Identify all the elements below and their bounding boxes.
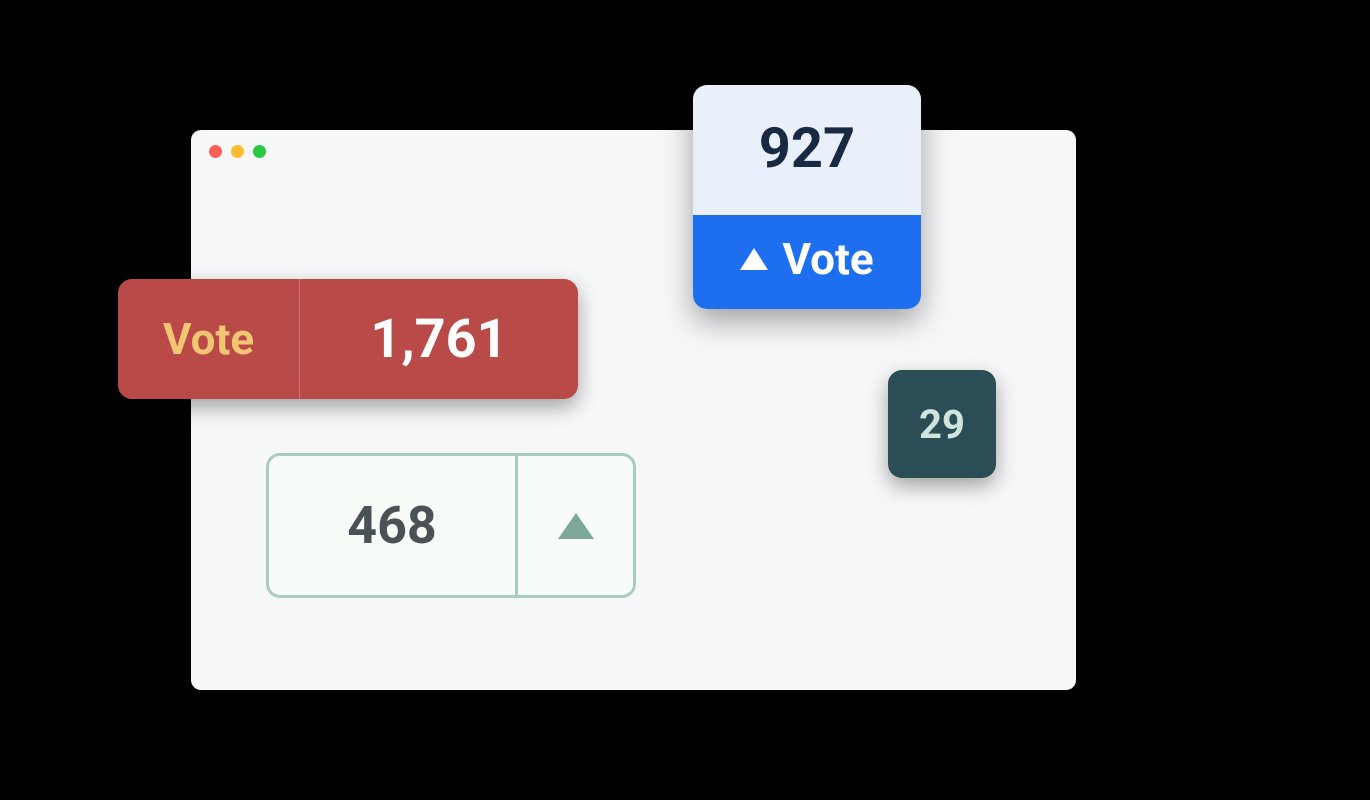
vote-label: Vote	[782, 233, 873, 285]
maximize-icon[interactable]	[253, 145, 266, 158]
window-controls	[209, 145, 266, 158]
badge-count: 29	[919, 401, 965, 448]
upvote-button[interactable]	[515, 456, 633, 595]
vote-label: Vote	[118, 279, 300, 399]
close-icon[interactable]	[209, 145, 222, 158]
vote-count: 468	[269, 456, 515, 595]
vote-widget-red[interactable]: Vote 1,761	[118, 279, 578, 399]
minimize-icon[interactable]	[231, 145, 244, 158]
vote-button[interactable]: Vote	[693, 215, 921, 309]
triangle-up-icon	[558, 513, 594, 539]
vote-widget-blue: 927 Vote	[693, 85, 921, 309]
vote-widget-green: 468	[266, 453, 636, 598]
vote-count: 927	[693, 85, 921, 215]
count-badge-teal[interactable]: 29	[888, 370, 996, 478]
vote-count: 1,761	[300, 279, 578, 399]
triangle-up-icon	[740, 248, 768, 270]
